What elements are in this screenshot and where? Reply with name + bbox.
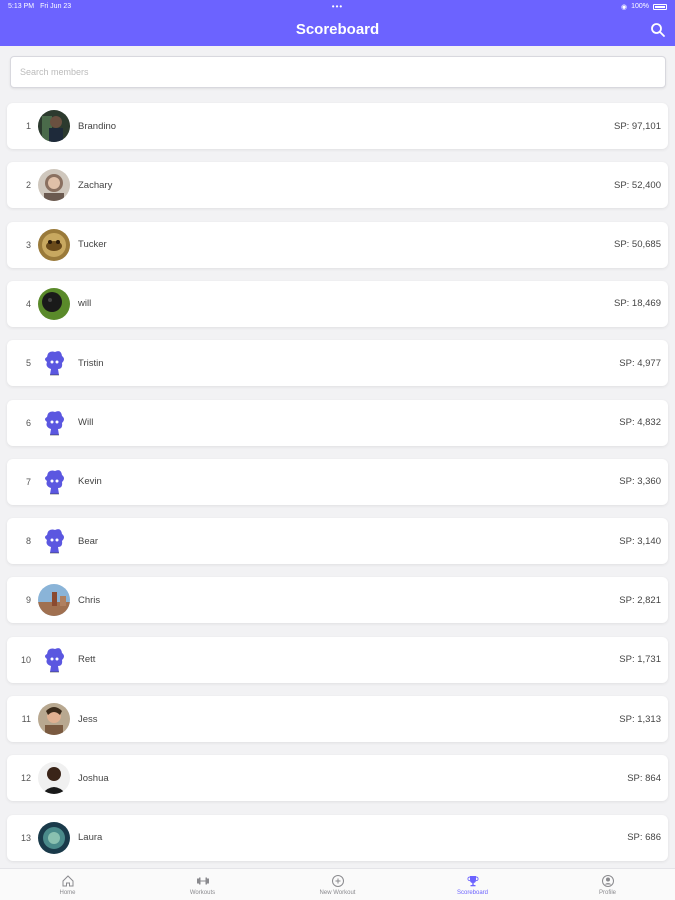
battery-icon <box>653 3 668 10</box>
status-date: Fri Jun 23 <box>40 3 72 10</box>
member-rank: 11 <box>21 714 31 724</box>
member-score: SP: 3,140 <box>619 535 661 547</box>
tab-label: Home <box>59 889 76 896</box>
member-row[interactable]: 4 will SP: 18,469 <box>7 280 668 327</box>
member-row[interactable]: 1 Brandino SP: 97,101 <box>7 103 668 149</box>
search-members-input[interactable] <box>10 56 666 88</box>
tab-label: Scoreboard <box>456 889 489 896</box>
tab-new-workout[interactable]: New Workout <box>270 869 405 900</box>
tab-bar: Home Workouts New Workout Scoreboard Profile <box>0 868 675 900</box>
battery-percent: 100% <box>631 3 650 10</box>
member-row[interactable]: 10 Rett SP: 1,731 <box>7 636 668 683</box>
member-rank: 5 <box>25 358 31 369</box>
member-row[interactable]: 12 Joshua SP: 864 <box>7 755 668 802</box>
avatar <box>38 584 70 617</box>
member-name: Kevin <box>78 476 102 488</box>
member-score: SP: 2,821 <box>619 594 661 606</box>
member-score: SP: 864 <box>627 772 661 784</box>
tab-profile[interactable]: Profile <box>540 869 675 900</box>
avatar <box>38 169 70 202</box>
member-score: SP: 4,832 <box>619 417 661 428</box>
member-score: SP: 1,731 <box>619 654 661 666</box>
avatar <box>38 643 70 676</box>
tab-workouts[interactable]: Workouts <box>135 869 270 900</box>
member-name: Rett <box>78 654 96 666</box>
member-row[interactable]: 2 Zachary SP: 52,400 <box>7 162 668 209</box>
tab-label: Profile <box>598 889 616 896</box>
profile-icon <box>601 874 614 887</box>
avatar <box>38 762 70 795</box>
member-score: SP: 18,469 <box>613 298 661 310</box>
member-name: Jess <box>78 713 98 725</box>
member-rank: 6 <box>25 417 31 428</box>
member-rank: 3 <box>25 239 31 250</box>
member-name: Joshua <box>78 772 109 784</box>
avatar <box>38 406 70 439</box>
member-row[interactable]: 5 Tristin SP: 4,977 <box>7 340 668 387</box>
member-score: SP: 686 <box>627 832 661 844</box>
member-row[interactable]: 9 Chris SP: 2,821 <box>7 577 668 624</box>
member-name: Tristin <box>78 357 104 369</box>
member-row[interactable]: 7 Kevin SP: 3,360 <box>7 458 668 505</box>
member-rank: 2 <box>25 180 31 191</box>
member-name: Will <box>78 417 94 428</box>
avatar <box>38 703 70 735</box>
tab-scoreboard[interactable]: Scoreboard <box>405 869 540 900</box>
member-rank: 12 <box>20 773 31 784</box>
member-score: SP: 52,400 <box>613 179 661 191</box>
member-row[interactable]: 8 Bear SP: 3,140 <box>7 518 668 565</box>
tab-label: Workouts <box>189 889 216 896</box>
member-name: Tucker <box>78 239 107 251</box>
member-name: Bear <box>78 535 99 547</box>
member-score: SP: 50,685 <box>613 239 661 251</box>
member-name: Chris <box>78 594 101 606</box>
member-name: Brandino <box>78 120 117 132</box>
member-rank: 13 <box>20 832 31 843</box>
search-bar <box>10 56 666 88</box>
tab-label: New Workout <box>319 889 356 896</box>
member-rank: 8 <box>25 536 31 547</box>
dumbbell-icon <box>196 877 209 884</box>
nav-bar: Scoreboard <box>0 13 675 46</box>
avatar <box>38 347 70 380</box>
plus-circle-icon <box>331 874 344 887</box>
avatar <box>38 228 70 261</box>
wifi-icon: ◉ <box>621 3 628 11</box>
search-icon[interactable] <box>650 22 666 38</box>
status-time: 5:13 PM <box>8 3 35 10</box>
member-score: SP: 97,101 <box>613 120 661 132</box>
member-rank: 1 <box>25 121 31 131</box>
multitasking-dots[interactable]: ••• <box>228 2 448 11</box>
member-score: SP: 3,360 <box>619 476 661 488</box>
avatar <box>38 110 70 142</box>
member-name: will <box>78 298 92 310</box>
member-score: SP: 4,977 <box>619 357 661 369</box>
member-row[interactable]: 6 Will SP: 4,832 <box>7 399 668 446</box>
avatar <box>38 465 70 498</box>
status-bar: 5:13 PM Fri Jun 23 ••• ◉ 100% <box>0 0 675 13</box>
avatar <box>38 821 70 854</box>
tab-home[interactable]: Home <box>0 869 135 900</box>
home-icon <box>62 874 73 886</box>
member-score: SP: 1,313 <box>619 713 661 725</box>
trophy-icon <box>466 875 479 886</box>
member-name: Zachary <box>78 179 113 191</box>
member-rank: 7 <box>25 476 31 487</box>
member-rank: 10 <box>20 654 31 665</box>
member-row[interactable]: 13 Laura SP: 686 <box>7 814 668 861</box>
member-rank: 4 <box>25 298 31 309</box>
page-title: Scoreboard <box>295 21 380 38</box>
member-row[interactable]: 11 Jess SP: 1,313 <box>7 696 668 742</box>
member-row[interactable]: 3 Tucker SP: 50,685 <box>7 221 668 268</box>
avatar <box>38 525 70 558</box>
member-name: Laura <box>78 832 103 844</box>
avatar <box>38 287 70 320</box>
member-rank: 9 <box>25 595 31 606</box>
